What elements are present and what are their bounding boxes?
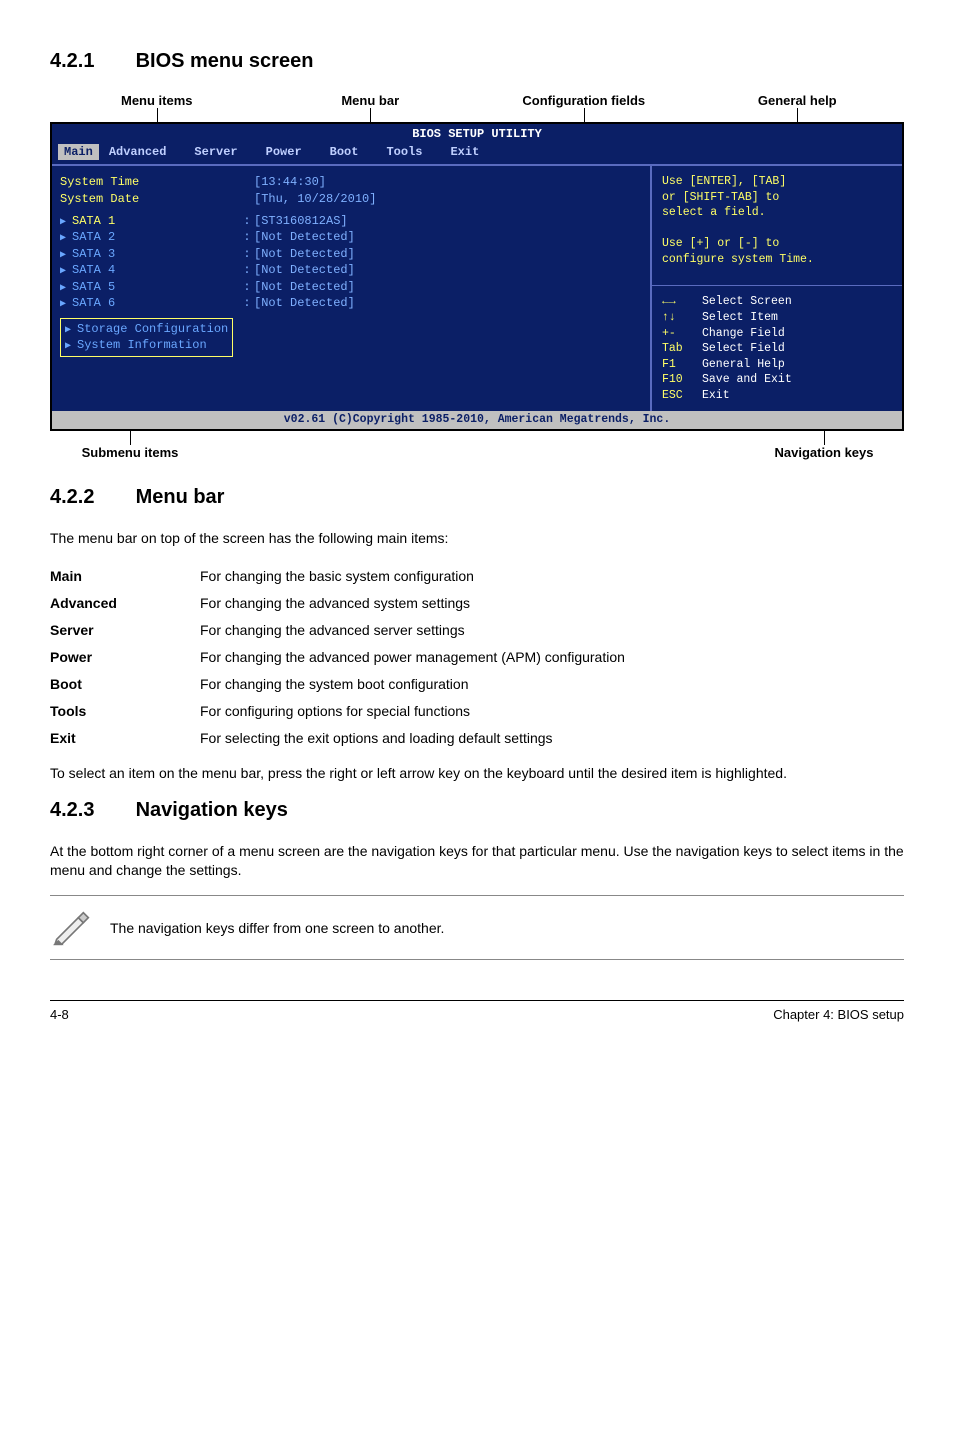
help-text: Use [ENTER], [TAB] or [SHIFT-TAB] to sel… xyxy=(662,174,892,267)
bios-menu-advanced: Advanced xyxy=(109,144,185,160)
bios-help-pane: Use [ENTER], [TAB] or [SHIFT-TAB] to sel… xyxy=(650,166,902,411)
table-row: PowerFor changing the advanced power man… xyxy=(50,644,904,671)
menubar-intro: The menu bar on top of the screen has th… xyxy=(50,529,904,548)
bios-title: BIOS SETUP UTILITY xyxy=(52,124,902,144)
table-row: ToolsFor configuring options for special… xyxy=(50,698,904,725)
section-number: 4.2.2 xyxy=(50,486,130,509)
table-row: ExitFor selecting the exit options and l… xyxy=(50,725,904,752)
lower-connectors xyxy=(50,431,904,445)
upper-label-row: Menu items Menu bar Configuration fields… xyxy=(50,93,904,108)
label-general-help: General help xyxy=(691,93,905,108)
label-submenu-items: Submenu items xyxy=(50,445,210,460)
bios-menu-exit: Exit xyxy=(450,144,497,160)
section-number: 4.2.1 xyxy=(50,50,130,73)
table-row: MainFor changing the basic system config… xyxy=(50,563,904,590)
note-text: The navigation keys differ from one scre… xyxy=(110,920,444,936)
lower-label-row: Submenu items Navigation keys xyxy=(50,445,904,460)
navkeys-text: At the bottom right corner of a menu scr… xyxy=(50,842,904,880)
bios-footer: v02.61 (C)Copyright 1985-2010, American … xyxy=(52,411,902,429)
section-number: 4.2.3 xyxy=(50,799,130,822)
upper-connectors xyxy=(50,108,904,122)
label-navigation-keys: Navigation keys xyxy=(744,445,904,460)
field-sata5: SATA 5 : [Not Detected] xyxy=(60,279,644,296)
page-footer: 4-8 Chapter 4: BIOS setup xyxy=(50,1000,904,1022)
label-config-fields: Configuration fields xyxy=(477,93,691,108)
table-row: ServerFor changing the advanced server s… xyxy=(50,617,904,644)
section-heading-422: 4.2.2 Menu bar xyxy=(50,486,904,509)
bios-menu-bar: Main Advanced Server Power Boot Tools Ex… xyxy=(52,144,902,164)
field-sata4: SATA 4 : [Not Detected] xyxy=(60,262,644,279)
field-system-date: System Date [Thu, 10/28/2010] xyxy=(60,191,644,207)
bios-menu-main: Main xyxy=(58,144,99,160)
help-keys: ←→Select Screen ↑↓Select Item +-Change F… xyxy=(662,294,892,403)
pencil-icon xyxy=(50,906,90,949)
note-callout: The navigation keys differ from one scre… xyxy=(50,895,904,960)
field-sata3: SATA 3 : [Not Detected] xyxy=(60,246,644,263)
menu-description-table: MainFor changing the basic system config… xyxy=(50,563,904,751)
bios-menu-server: Server xyxy=(194,144,255,160)
bios-menu-power: Power xyxy=(266,144,320,160)
field-system-time: System Time [13:44:30] xyxy=(60,174,644,190)
field-sata2: SATA 2 : [Not Detected] xyxy=(60,229,644,246)
section-title: Navigation keys xyxy=(136,799,288,821)
section-title: Menu bar xyxy=(136,486,225,508)
section-heading-423: 4.2.3 Navigation keys xyxy=(50,799,904,822)
section-title: BIOS menu screen xyxy=(136,50,314,72)
menubar-outro: To select an item on the menu bar, press… xyxy=(50,764,904,783)
page-number: 4-8 xyxy=(50,1007,69,1022)
submenu-storage: Storage Configuration xyxy=(65,321,228,338)
field-sata1: SATA 1 : [ST3160812AS] xyxy=(60,213,644,230)
bios-menu-boot: Boot xyxy=(330,144,377,160)
bios-menu-tools: Tools xyxy=(386,144,440,160)
bios-screenshot: BIOS SETUP UTILITY Main Advanced Server … xyxy=(50,122,904,431)
submenu-sysinfo: System Information xyxy=(65,337,228,354)
table-row: AdvancedFor changing the advanced system… xyxy=(50,590,904,617)
field-sata6: SATA 6 : [Not Detected] xyxy=(60,295,644,312)
bios-left-pane: System Time [13:44:30] System Date [Thu,… xyxy=(52,166,650,411)
label-menu-items: Menu items xyxy=(50,93,264,108)
section-heading-421: 4.2.1 BIOS menu screen xyxy=(50,50,904,73)
label-menu-bar: Menu bar xyxy=(264,93,478,108)
table-row: BootFor changing the system boot configu… xyxy=(50,671,904,698)
submenu-box: Storage Configuration System Information xyxy=(60,318,233,357)
chapter-label: Chapter 4: BIOS setup xyxy=(773,1007,904,1022)
